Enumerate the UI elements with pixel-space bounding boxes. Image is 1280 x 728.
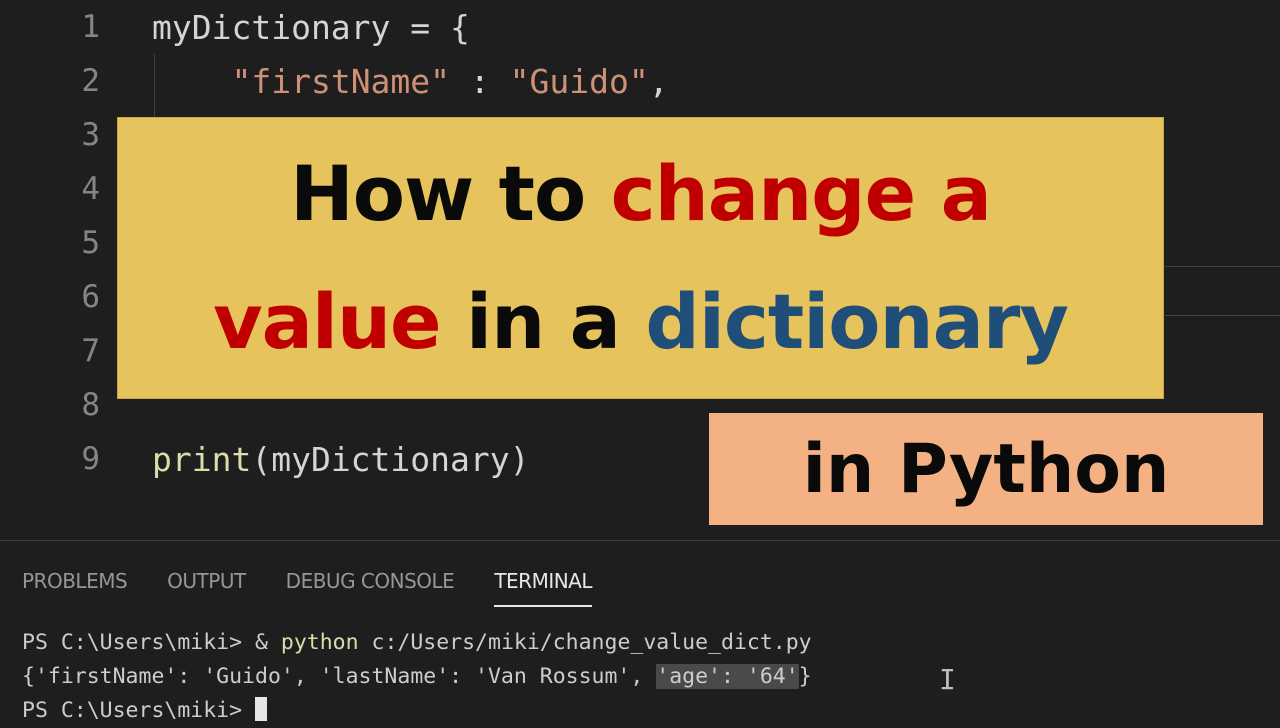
- terminal-line-3: PS C:\Users\miki>: [22, 694, 812, 728]
- code-line[interactable]: 1 myDictionary = {: [0, 0, 1280, 54]
- code-token: "Guido": [509, 61, 649, 101]
- code-text: myDictionary = {: [152, 8, 470, 47]
- code-token: "firstName": [231, 61, 451, 101]
- code-token: ,: [648, 61, 669, 101]
- title-text-black: in a: [440, 277, 646, 366]
- line-number: 9: [81, 441, 100, 477]
- code-token: :: [450, 61, 510, 101]
- terminal-prompt: PS C:\Users\miki>: [22, 698, 255, 723]
- terminal-line-2: {'firstName': 'Guido', 'lastName': 'Van …: [22, 660, 812, 694]
- terminal-prompt: PS C:\Users\miki> &: [22, 630, 281, 655]
- tab-output[interactable]: OUTPUT: [167, 569, 246, 607]
- title-text-red: value: [213, 277, 442, 366]
- bottom-panel: PROBLEMS OUTPUT DEBUG CONSOLE TERMINAL P…: [0, 540, 1280, 723]
- title-text-blue: dictionary: [645, 277, 1069, 366]
- language-badge-text: in Python: [802, 429, 1170, 509]
- line-number: 4: [81, 171, 100, 207]
- terminal-command: python: [280, 630, 359, 655]
- line-number: 3: [81, 117, 100, 153]
- title-text-red: change a: [610, 149, 992, 238]
- terminal-cursor: [255, 697, 267, 721]
- code-line[interactable]: 2 "firstName" : "Guido",: [0, 54, 1280, 108]
- line-number: 7: [81, 333, 100, 369]
- line-number: 5: [81, 225, 100, 261]
- line-number: 1: [81, 9, 100, 45]
- code-text: "firstName" : "Guido",: [152, 61, 669, 101]
- title-text-black: How to: [290, 149, 611, 238]
- terminal-line-1: PS C:\Users\miki> & python c:/Users/miki…: [22, 626, 812, 660]
- line-number: 6: [81, 279, 100, 315]
- line-number: 8: [81, 387, 100, 423]
- i-beam-cursor-icon: I: [939, 665, 956, 695]
- tab-problems[interactable]: PROBLEMS: [22, 569, 128, 607]
- title-line-2: value in a dictionary: [213, 258, 1069, 386]
- line-number: 2: [81, 63, 100, 99]
- terminal-output-text: }: [798, 664, 812, 689]
- terminal-argument: c:/Users/miki/change_value_dict.py: [358, 630, 812, 655]
- tab-debug-console[interactable]: DEBUG CONSOLE: [286, 569, 455, 607]
- code-token: print: [152, 439, 252, 479]
- code-token: myDictionary = {: [152, 7, 470, 47]
- code-token: (myDictionary): [251, 439, 530, 479]
- terminal-output-text: {'firstName': 'Guido', 'lastName': 'Van …: [22, 664, 657, 689]
- terminal-selection: 'age': '64': [656, 664, 799, 689]
- tab-terminal[interactable]: TERMINAL: [494, 569, 593, 607]
- terminal-output[interactable]: PS C:\Users\miki> & python c:/Users/miki…: [22, 626, 812, 728]
- panel-tabs: PROBLEMS OUTPUT DEBUG CONSOLE TERMINAL: [22, 569, 593, 607]
- code-text: print(myDictionary): [152, 440, 530, 479]
- title-line-1: How to change a: [290, 130, 992, 258]
- title-banner: How to change a value in a dictionary: [117, 117, 1164, 399]
- language-badge: in Python: [709, 413, 1263, 525]
